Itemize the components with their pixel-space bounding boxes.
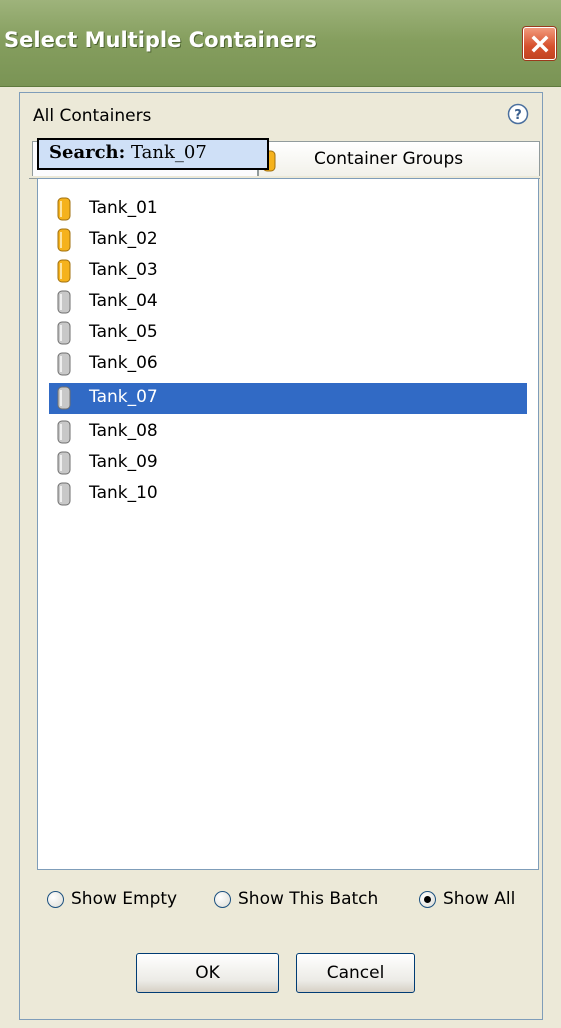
tank-icon	[57, 352, 71, 376]
container-item[interactable]: Tank_09	[49, 448, 527, 479]
container-label: Tank_06	[89, 353, 158, 373]
tank-icon	[57, 197, 71, 221]
tank-icon	[57, 482, 71, 506]
tank-icon	[57, 420, 71, 444]
container-label: Tank_07	[89, 387, 158, 407]
select-containers-dialog: Select Multiple Containers All Container…	[0, 0, 561, 1028]
radio-button-circle	[47, 891, 64, 908]
radio-label: Show This Batch	[238, 889, 379, 909]
question-circle-icon[interactable]: ?	[507, 103, 529, 125]
tank-icon	[57, 290, 71, 314]
container-item[interactable]: Tank_03	[49, 256, 527, 287]
panel-header-label: All Containers	[33, 106, 152, 126]
tank-icon	[57, 228, 71, 252]
close-button[interactable]	[523, 27, 556, 60]
container-label: Tank_03	[89, 260, 158, 280]
radio-button-circle	[419, 891, 436, 908]
container-item[interactable]: Tank_01	[49, 194, 527, 225]
radio-selected-dot	[424, 896, 431, 903]
search-prefix: Search:	[49, 142, 126, 163]
tank-icon	[57, 451, 71, 475]
tank-icon	[57, 259, 71, 283]
container-label: Tank_01	[89, 198, 158, 218]
tank-icon	[57, 321, 71, 345]
container-item[interactable]: Tank_10	[49, 479, 527, 510]
title-bar[interactable]: Select Multiple Containers	[0, 0, 561, 87]
container-item-selected[interactable]: Tank_07	[49, 383, 527, 414]
tab-container-groups[interactable]: Container Groups	[258, 141, 540, 176]
tank-icon	[57, 386, 71, 410]
container-tree[interactable]: Tank_01 Tank_02 Tank_03 Tank_04 Tank_05 …	[37, 178, 539, 870]
search-tooltip: Search: Tank_07	[37, 138, 269, 170]
container-item[interactable]: Tank_04	[49, 287, 527, 318]
container-label: Tank_05	[89, 322, 158, 342]
ok-button[interactable]: OK	[136, 953, 279, 993]
container-item[interactable]: Tank_08	[49, 417, 527, 448]
close-icon	[531, 35, 548, 52]
container-label: Tank_04	[89, 291, 158, 311]
container-item[interactable]: Tank_05	[49, 318, 527, 349]
radio-label: Show All	[443, 889, 516, 909]
svg-text:?: ?	[514, 108, 522, 123]
container-label: Tank_02	[89, 229, 158, 249]
radio-button-circle	[214, 891, 231, 908]
container-item[interactable]: Tank_02	[49, 225, 527, 256]
container-label: Tank_10	[89, 483, 158, 503]
cancel-button[interactable]: Cancel	[296, 953, 415, 993]
container-label: Tank_09	[89, 452, 158, 472]
radio-label: Show Empty	[71, 889, 178, 909]
window-title: Select Multiple Containers	[4, 28, 317, 52]
container-label: Tank_08	[89, 421, 158, 441]
search-query: Tank_07	[131, 142, 207, 163]
tab-container-groups-label: Container Groups	[314, 149, 464, 169]
container-item[interactable]: Tank_06	[49, 349, 527, 380]
